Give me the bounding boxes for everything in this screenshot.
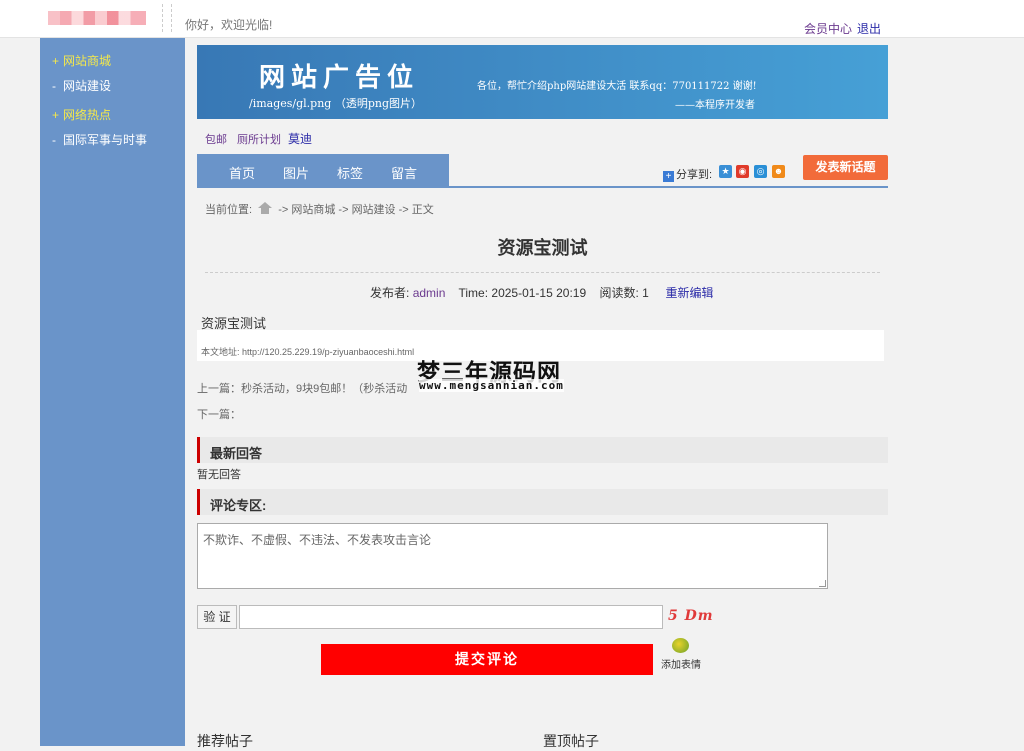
comments-header: 评论专区: [197, 489, 888, 515]
replies-title: 最新回答 [210, 446, 263, 461]
sidebar-item-label: 国际军事与时事 [63, 133, 148, 147]
share-label: 分享到: [676, 169, 713, 181]
no-replies-text: 暂无回答 [197, 469, 241, 481]
quick-link-baoyou[interactable]: 包邮 [205, 131, 227, 147]
breadcrumb-sep: -> [398, 204, 409, 216]
site-logo[interactable] [48, 11, 146, 25]
tencent-weibo-share-icon[interactable]: ◎ [754, 165, 767, 178]
share-button[interactable]: + 分享到: [663, 166, 712, 182]
sidebar-item-military[interactable]: - 国际军事与时事 [52, 131, 147, 148]
breadcrumb: 当前位置: -> 网站商城 -> 网站建设 -> 正文 [205, 201, 434, 217]
quick-link-toilet[interactable]: 厕所计划 [237, 131, 281, 147]
comment-placeholder: 不欺诈、不虚假、不违法、不发表攻击言论 [203, 533, 432, 547]
breadcrumb-web-build[interactable]: 网站建设 [352, 204, 396, 216]
top-divider [162, 4, 172, 32]
article-meta: 发布者: admin Time: 2025-01-15 20:19 阅读数: 1… [370, 284, 714, 301]
prev-article-link[interactable]: 上一篇：秒杀活动，9块9包邮！（秒杀活动 [197, 380, 407, 396]
publisher-link[interactable]: admin [413, 286, 446, 300]
new-topic-button[interactable]: 发表新话题 [803, 155, 888, 180]
sidebar-item-label: 网站商城 [63, 54, 112, 68]
comment-textarea[interactable]: 不欺诈、不虚假、不违法、不发表攻击言论 [197, 523, 828, 589]
plus-icon: + [663, 171, 674, 182]
breadcrumb-sep: -> [338, 204, 349, 216]
home-icon[interactable] [258, 202, 273, 214]
add-emoji-button[interactable]: 添加表情 [661, 656, 701, 671]
publish-time: Time: 2025-01-15 20:19 [458, 286, 587, 300]
title-divider [205, 272, 880, 273]
sidebar: + 网站商城 - 网站建设 + 网络热点 - 国际军事与时事 [40, 38, 185, 746]
expand-icon: + [52, 108, 60, 122]
sidebar-item-shop[interactable]: + 网站商城 [52, 52, 111, 69]
article-url: 本文地址: http://120.25.229.19/p-ziyuanbaoce… [201, 347, 415, 357]
banner-message: 各位，帮忙介绍php网站建设大活 联系qq：770111722 谢谢! [477, 81, 757, 92]
article-title: 资源宝测试 [497, 238, 588, 258]
logout-link[interactable]: 退出 [857, 20, 881, 37]
reedit-link[interactable]: 重新编辑 [666, 286, 714, 300]
weibo-share-icon[interactable]: ◉ [736, 165, 749, 178]
sidebar-item-hot[interactable]: + 网络热点 [52, 106, 111, 123]
emoji-icon[interactable] [672, 638, 689, 653]
nav-tags[interactable]: 标签 [337, 163, 363, 182]
read-count: 阅读数: 1 [599, 286, 649, 300]
banner-developer: ——本程序开发者 [675, 100, 755, 111]
ad-banner[interactable]: 网站广告位 /images/gl.png （透明png图片） 各位，帮忙介绍ph… [197, 45, 888, 119]
banner-path: /images/gl.png （透明png图片） [249, 97, 423, 110]
verify-label: 验 证 [197, 605, 237, 629]
resize-handle-icon[interactable] [819, 580, 826, 587]
submit-comment-button[interactable]: 提交评论 [321, 644, 653, 675]
pinned-posts-title: 置顶帖子 [543, 733, 599, 749]
captcha-image[interactable]: 5 Dm [668, 608, 714, 624]
breadcrumb-current: 正文 [411, 204, 434, 216]
replies-header: 最新回答 [197, 437, 888, 463]
breadcrumb-shop[interactable]: 网站商城 [291, 204, 335, 216]
nav-messages[interactable]: 留言 [391, 163, 417, 182]
publisher-label: 发布者: [370, 286, 410, 300]
comments-title: 评论专区: [210, 498, 267, 513]
qzone-share-icon[interactable]: ★ [719, 165, 732, 178]
main-nav: 首页 图片 标签 留言 [197, 154, 449, 186]
recommended-posts-title: 推荐帖子 [197, 733, 253, 749]
member-center-link[interactable]: 会员中心 [804, 20, 852, 37]
nav-images[interactable]: 图片 [283, 163, 309, 182]
breadcrumb-prefix: 当前位置: [205, 204, 253, 216]
collapse-icon: - [52, 133, 56, 147]
quick-link-modi[interactable]: 莫迪 [288, 130, 312, 147]
watermark-url: www.mengsannian.com [419, 379, 564, 392]
sidebar-item-web-build[interactable]: - 网站建设 [52, 77, 111, 94]
nav-home[interactable]: 首页 [229, 163, 255, 182]
qq-share-icon[interactable]: ☻ [772, 165, 785, 178]
captcha-input[interactable] [239, 605, 663, 629]
breadcrumb-sep: -> [278, 204, 289, 216]
nav-divider [197, 186, 888, 188]
collapse-icon: - [52, 79, 56, 93]
sidebar-item-label: 网络热点 [63, 108, 112, 122]
expand-icon: + [52, 54, 60, 68]
banner-title: 网站广告位 [259, 63, 420, 93]
welcome-text: 你好，欢迎光临! [185, 18, 273, 32]
sidebar-item-label: 网站建设 [63, 79, 112, 93]
next-article-link[interactable]: 下一篇： [197, 406, 241, 422]
